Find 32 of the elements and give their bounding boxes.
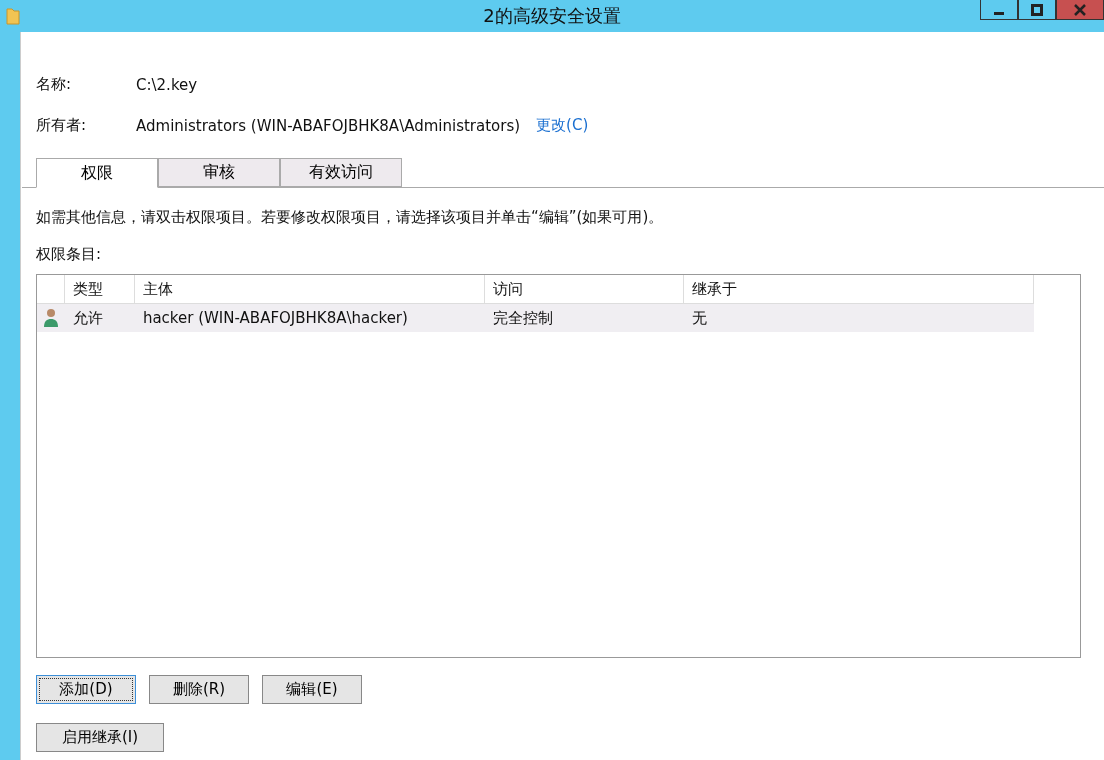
action-button[interactable]: 删除(R) [149, 675, 249, 704]
column-header[interactable]: 类型 [65, 275, 135, 303]
name-value: C:\2.key [136, 75, 198, 94]
tab[interactable]: 权限 [36, 158, 158, 188]
column-header[interactable]: 继承于 [684, 275, 1034, 303]
maximize-button[interactable] [1018, 0, 1056, 20]
table-cell: 完全控制 [492, 308, 553, 328]
column-header[interactable]: 访问 [484, 275, 685, 303]
enable-inheritance-button[interactable]: 启用继承(I) [36, 723, 164, 752]
folder-icon [6, 7, 20, 25]
tab[interactable]: 审核 [158, 158, 280, 187]
entries-label: 权限条目: [36, 245, 103, 264]
table-cell: 无 [692, 308, 708, 328]
name-label: 名称: [36, 75, 73, 94]
table-row[interactable]: 允许 hacker (WIN-ABAFOJBHK8A\hacker) 完全控制 无 [37, 304, 1034, 332]
minimize-button[interactable] [980, 0, 1018, 20]
table-cell: 允许 [73, 308, 103, 328]
window-title: 2的高级安全设置 [483, 4, 621, 28]
close-icon [1074, 3, 1086, 16]
minimize-icon [994, 12, 1004, 15]
action-button[interactable]: 添加(D) [36, 675, 136, 704]
tab[interactable]: 有效访问 [280, 158, 402, 187]
close-button[interactable] [1056, 0, 1104, 20]
info-text: 如需其他信息，请双击权限项目。若要修改权限项目，请选择该项目并单击“编辑”(如果可用)。 [36, 208, 665, 227]
owner-value: Administrators (WIN-ABAFOJBHK8A\Administrators) [136, 116, 521, 135]
column-header[interactable]: 主体 [134, 275, 485, 303]
table-cell: hacker (WIN-ABAFOJBHK8A\hacker) [142, 309, 408, 327]
change-link[interactable]: 更改(C) [536, 116, 589, 135]
maximize-icon [1031, 3, 1043, 16]
action-button[interactable]: 编辑(E) [262, 675, 362, 704]
user-icon [43, 308, 59, 328]
owner-label: 所有者: [36, 116, 88, 135]
